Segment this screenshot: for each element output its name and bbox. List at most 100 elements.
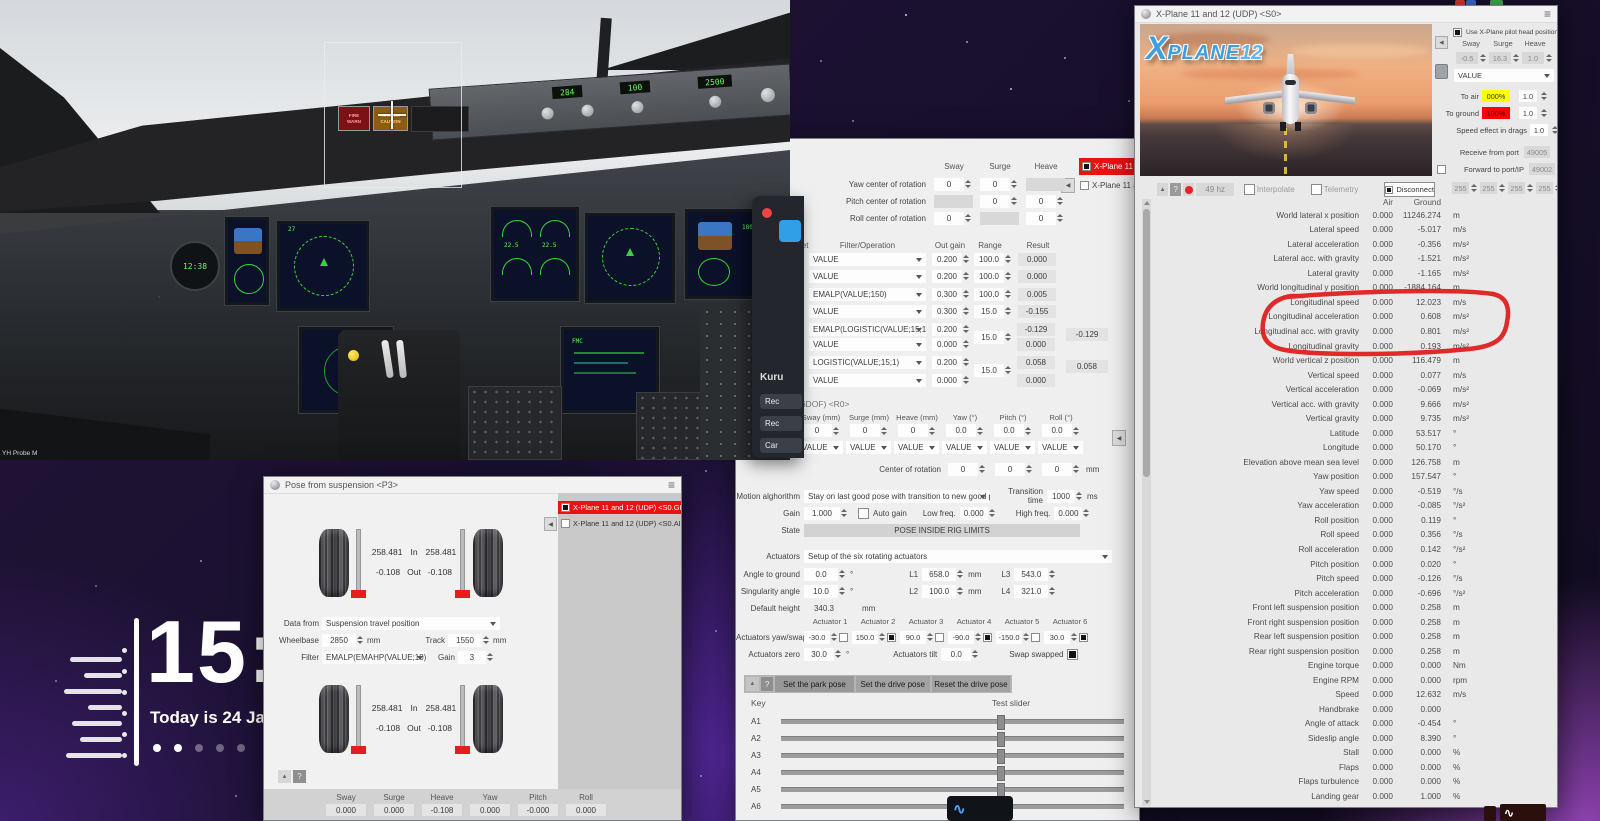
actuators-zero-input[interactable]: 30.0 [804,648,834,661]
dof-filter-dropdown[interactable]: VALUE [942,441,987,454]
actuator-swap-checkbox[interactable] [887,633,896,642]
value-dropdown[interactable]: VALUE [1454,69,1554,82]
telemetry-checkbox[interactable] [1311,184,1322,195]
reset-drive-pose-button[interactable]: Reset the drive pose [932,676,1010,692]
pose-source-selected[interactable]: X-Plane 11 and 12 (UDP) <S0.GR... [558,501,682,514]
collapse-left-icon[interactable]: ◀ [544,517,557,531]
data-from-dropdown[interactable]: Suspension travel position [322,617,500,630]
actuator-swap-checkbox[interactable] [839,633,848,642]
slider-handle[interactable] [997,749,1005,764]
spinner[interactable] [1072,424,1080,437]
slider-handle[interactable] [997,715,1005,730]
spinner[interactable] [962,374,970,387]
spinner[interactable] [840,507,848,520]
source-checkbox[interactable] [1082,162,1091,171]
range-input[interactable]: 15.0 [974,305,1004,318]
actuator-yaw-input[interactable]: 150.0 [852,631,878,644]
spinner[interactable] [962,356,970,369]
mcp-knob[interactable] [581,104,594,117]
filter-dropdown[interactable]: VALUE [809,374,926,387]
rot-center-roll-input[interactable]: 0 [1042,463,1072,476]
spinner[interactable] [486,651,494,664]
spinner[interactable] [878,631,885,644]
pitch-rot-surge-input[interactable]: 0 [980,195,1010,208]
spinner[interactable] [962,253,970,266]
slider-handle[interactable] [997,766,1005,781]
menu-icon[interactable]: ≡ [668,479,675,491]
popup-button[interactable]: Rec [760,416,802,431]
auto-gain-checkbox[interactable] [858,508,869,519]
pose-titlebar[interactable]: Pose from suspension <P3> ≡ [264,477,681,494]
spinner[interactable] [962,323,970,336]
disconnect-checkbox[interactable] [1385,186,1393,194]
record-icon[interactable] [1183,183,1194,196]
app-tile-icon[interactable] [779,220,801,242]
spinner[interactable] [1540,107,1547,120]
spinner[interactable] [962,270,970,283]
spinner[interactable] [1010,195,1018,208]
spinner[interactable] [834,648,842,661]
spinner[interactable] [988,507,996,520]
roll-rot-heave-input[interactable]: 0 [1026,212,1056,225]
filter-dropdown[interactable]: VALUE [809,253,926,266]
to-air-percent[interactable]: 000% [1482,90,1510,102]
spinner[interactable] [1070,631,1077,644]
yaw-rot-sway-input[interactable]: 0 [934,178,964,191]
gain-input[interactable]: 3 [458,651,486,664]
spinner[interactable] [830,631,837,644]
transition-input[interactable]: 1000 [1047,490,1075,503]
high-freq-input[interactable]: 0.000 [1054,507,1082,520]
spinner[interactable] [1004,270,1012,283]
spinner[interactable] [1022,631,1029,644]
spinner[interactable] [964,212,972,225]
set-drive-pose-button[interactable]: Set the drive pose [856,676,930,692]
filter-dropdown[interactable]: VALUE [809,270,926,283]
rot-center-pitch-input[interactable]: 0 [995,463,1025,476]
spinner[interactable] [1082,507,1090,520]
source-checkbox[interactable] [561,519,570,528]
spinner[interactable] [838,585,846,598]
pin-icon[interactable] [1435,64,1448,79]
test-slider[interactable] [781,770,1124,775]
pitch-rot-heave-input[interactable]: 0 [1026,195,1056,208]
range-input[interactable]: 100.0 [974,253,1004,266]
spinner[interactable] [1551,124,1558,137]
spinner[interactable] [956,585,964,598]
spinner[interactable] [1072,463,1080,476]
shared-range-input[interactable]: 15.0 [974,331,1004,344]
mcp-knob[interactable] [631,101,644,114]
actuators-setup-dropdown[interactable]: Setup of the six rotating actuators [804,550,1112,563]
disconnect-button[interactable]: Disconnect [1384,182,1435,197]
swap-swapped-checkbox[interactable] [1067,649,1078,660]
carousel-dots[interactable] [153,744,245,752]
actuators-tilt-input[interactable]: 0.0 [941,648,971,661]
collapse-left-icon[interactable]: ◀ [1435,36,1448,49]
dof-value-input[interactable]: 0 [802,424,832,437]
test-slider[interactable] [781,736,1124,741]
to-ground-percent[interactable]: 100% [1482,107,1510,119]
help-icon[interactable]: ? [1170,183,1181,196]
range-input[interactable]: 100.0 [974,270,1004,283]
collapse-left-icon[interactable]: ◀ [1112,430,1126,446]
set-park-pose-button[interactable]: Set the park pose [775,676,853,692]
dof-value-input[interactable]: 0.0 [946,424,976,437]
actuator-swap-checkbox[interactable] [935,633,944,642]
out-gain-input[interactable]: 0.200 [932,356,962,369]
spinner[interactable] [1024,424,1032,437]
algo-dropdown[interactable]: Stay on last good pose with transition t… [804,490,990,503]
spinner[interactable] [1540,90,1547,103]
roll-rot-sway-input[interactable]: 0 [934,212,964,225]
pose-source-item[interactable]: X-Plane 11 and 12 (UDP) <S0.AIR> [558,517,682,530]
yaw-rot-surge-input[interactable]: 0 [980,178,1010,191]
interpolate-checkbox[interactable] [1244,184,1255,195]
source-checkbox[interactable] [561,503,570,512]
dof-filter-dropdown[interactable]: VALUE [1038,441,1083,454]
mcp-knob[interactable] [541,107,554,120]
scroll-up-icon[interactable] [1144,201,1150,205]
actuator-yaw-input[interactable]: -150.0 [996,631,1022,644]
l2-input[interactable]: 100.0 [922,585,956,598]
spinner[interactable] [482,634,490,647]
actuator-swap-checkbox[interactable] [983,633,992,642]
filter-dropdown[interactable]: VALUE [809,338,926,351]
filter-dropdown[interactable]: VALUE [809,305,926,318]
